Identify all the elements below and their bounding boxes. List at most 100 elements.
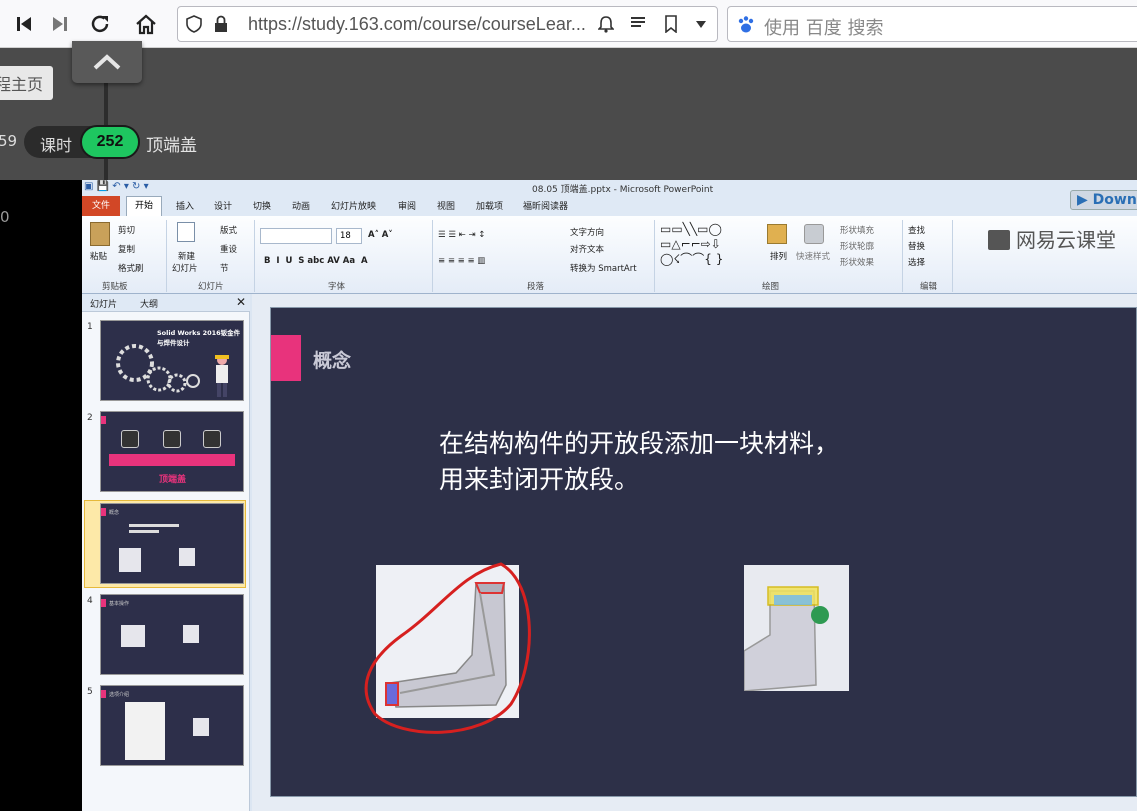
find-label[interactable]: 查找 — [908, 224, 925, 236]
bell-icon[interactable] — [597, 15, 615, 37]
shield-icon[interactable] — [186, 15, 202, 37]
shapes-gallery[interactable]: ▭▭╲╲▭◯ ▭△⌐⌐⇨⇩ ◯☇⌒⌒{ } — [660, 222, 723, 267]
smartart-label[interactable]: 转换为 SmartArt — [570, 262, 637, 274]
shape-effects-label[interactable]: 形状效果 — [840, 256, 874, 268]
ribbon-separator — [432, 220, 433, 292]
search-placeholder[interactable]: 使用 百度 搜索 — [764, 14, 883, 40]
tab-file[interactable]: 文件 — [82, 196, 120, 216]
slide-heading[interactable]: 概念 — [313, 346, 351, 373]
tab-review[interactable]: 审阅 — [398, 199, 416, 212]
thumb-title: 顶端盖 — [159, 475, 187, 485]
course-home-button[interactable]: 程主页 — [0, 66, 53, 100]
list-icons[interactable]: ☰ ☰ ⇤ ⇥ ↕ — [438, 230, 485, 240]
heading-accent-bar — [271, 335, 301, 381]
url-bar[interactable]: https://study.163.com/course/courseLear.… — [177, 6, 718, 42]
replace-label[interactable]: 替换 — [908, 240, 925, 252]
thumb-image — [179, 548, 195, 566]
logo-text: 网易云课堂 — [1016, 228, 1116, 252]
cut-label[interactable]: 剪切 — [118, 224, 135, 236]
quick-access-icons: ▣ 💾 ↶ ▾ ↻ ▾ — [84, 181, 149, 192]
thumb-accent — [101, 416, 106, 424]
url-text[interactable]: https://study.163.com/course/courseLear.… — [248, 14, 586, 35]
close-icon[interactable]: ✕ — [236, 295, 246, 309]
select-label[interactable]: 选择 — [908, 256, 925, 268]
tab-addins[interactable]: 加载项 — [476, 199, 503, 212]
lock-icon[interactable] — [214, 15, 228, 37]
tab-home[interactable]: 开始 — [126, 196, 162, 216]
layout-label[interactable]: 版式 — [220, 224, 237, 236]
tab-design[interactable]: 设计 — [214, 199, 232, 212]
skip-forward-icon[interactable] — [44, 8, 76, 40]
skip-back-icon[interactable] — [8, 8, 40, 40]
netease-cloud-classroom-logo: 网易云课堂 — [988, 224, 1116, 253]
pane-tabs: 幻灯片 大纲 ✕ — [82, 294, 250, 312]
tab-view[interactable]: 视图 — [437, 199, 455, 212]
slide-thumbnail-1[interactable]: Solid Works 2016钣金件与焊件设计 — [100, 320, 244, 401]
new-slide-label-2[interactable]: 幻灯片 — [172, 262, 198, 274]
text-direction-label[interactable]: 文字方向 — [570, 226, 604, 238]
slides-group-label: 幻灯片 — [198, 282, 224, 292]
shape-outline-label[interactable]: 形状轮廓 — [840, 240, 874, 252]
reset-label[interactable]: 重设 — [220, 243, 237, 255]
browser-toolbar: https://study.163.com/course/courseLear.… — [0, 0, 1137, 48]
ppt-window-title: 08.05 顶端盖.pptx - Microsoft PowerPoint — [532, 185, 714, 195]
end-cap-image[interactable] — [743, 565, 849, 692]
thumb-accent — [101, 599, 106, 607]
thumb-image — [183, 625, 199, 643]
thumb-text-line — [129, 530, 159, 533]
arrange-icon[interactable] — [767, 224, 787, 244]
collapse-button[interactable] — [72, 41, 142, 83]
quick-styles-label[interactable]: 快速样式 — [796, 250, 830, 262]
tab-insert[interactable]: 插入 — [176, 199, 194, 212]
new-slide-icon[interactable] — [177, 222, 195, 242]
arrange-label[interactable]: 排列 — [770, 250, 787, 262]
tab-transitions[interactable]: 切换 — [253, 199, 271, 212]
font-format-icons[interactable]: B I U S abc AV Aa A — [264, 256, 368, 266]
ribbon-separator — [902, 220, 903, 292]
dropdown-arrow-icon[interactable] — [695, 15, 707, 33]
search-bar[interactable]: 使用 百度 搜索 — [727, 6, 1137, 42]
slide-body-text[interactable]: 在结构构件的开放段添加一块材料，用来封闭开放段。 — [439, 426, 859, 498]
font-grow-icon[interactable]: A˄ A˅ — [368, 230, 393, 240]
reload-icon[interactable] — [84, 8, 116, 40]
slide-thumbnail-5[interactable]: 选项介绍 — [100, 685, 244, 766]
baidu-paw-icon — [736, 15, 756, 39]
bookmark-icon[interactable] — [664, 15, 678, 37]
editing-group-label: 编辑 — [920, 282, 938, 292]
font-size-field[interactable]: 18 — [336, 228, 362, 244]
align-text-label[interactable]: 对齐文本 — [570, 243, 604, 255]
tab-slides[interactable]: 幻灯片 — [90, 297, 117, 310]
thumb-image — [193, 718, 209, 736]
thumb-pink-bar — [109, 454, 235, 466]
home-icon[interactable] — [130, 8, 162, 40]
font-name-field[interactable] — [260, 228, 332, 244]
tab-foxit[interactable]: 福昕阅读器 — [523, 199, 568, 212]
tab-outline[interactable]: 大纲 — [140, 297, 158, 310]
thumb-title: 基本操作 — [109, 601, 130, 607]
gears-icon — [116, 344, 200, 393]
slide-thumbnail-4[interactable]: 基本操作 — [100, 594, 244, 675]
tab-slideshow[interactable]: 幻灯片放映 — [331, 199, 376, 212]
powerpoint-video-frame[interactable]: ▣ 💾 ↶ ▾ ↻ ▾ 08.05 顶端盖.pptx - Microsoft P… — [82, 180, 1137, 811]
tab-animations[interactable]: 动画 — [292, 199, 310, 212]
thumb-number: 1 — [87, 322, 93, 332]
slide-thumbnail-3[interactable]: 概念 — [100, 503, 244, 584]
thumb-accent — [101, 508, 106, 516]
shape-fill-label[interactable]: 形状填充 — [840, 224, 874, 236]
section-label[interactable]: 节 — [220, 262, 229, 274]
align-icons[interactable]: ≡ ≡ ≡ ≡ ▥ — [438, 256, 485, 266]
slide-thumbnail-2[interactable]: 顶端盖 — [100, 411, 244, 492]
format-painter-label[interactable]: 格式刷 — [118, 262, 144, 274]
copy-label[interactable]: 复制 — [118, 243, 135, 255]
slide-editing-area[interactable]: 概念 在结构构件的开放段添加一块材料，用来封闭开放段。 — [252, 294, 1137, 811]
new-slide-label[interactable]: 新建 — [178, 250, 195, 262]
paste-icon[interactable] — [90, 222, 110, 246]
paste-label[interactable]: 粘贴 — [90, 250, 107, 262]
quick-styles-icon[interactable] — [804, 224, 824, 244]
ppt-ribbon: 粘贴 剪切 复制 格式刷 剪贴板 新建 幻灯片 版式 重设 节 幻灯片 18 A… — [82, 216, 1137, 294]
current-slide[interactable]: 概念 在结构构件的开放段添加一块材料，用来封闭开放段。 — [270, 307, 1137, 797]
chevron-up-icon — [93, 54, 121, 70]
reader-view-icon[interactable] — [630, 15, 646, 35]
paragraph-group-label: 段落 — [527, 282, 545, 292]
download-button[interactable]: ▶ Down — [1070, 190, 1137, 210]
